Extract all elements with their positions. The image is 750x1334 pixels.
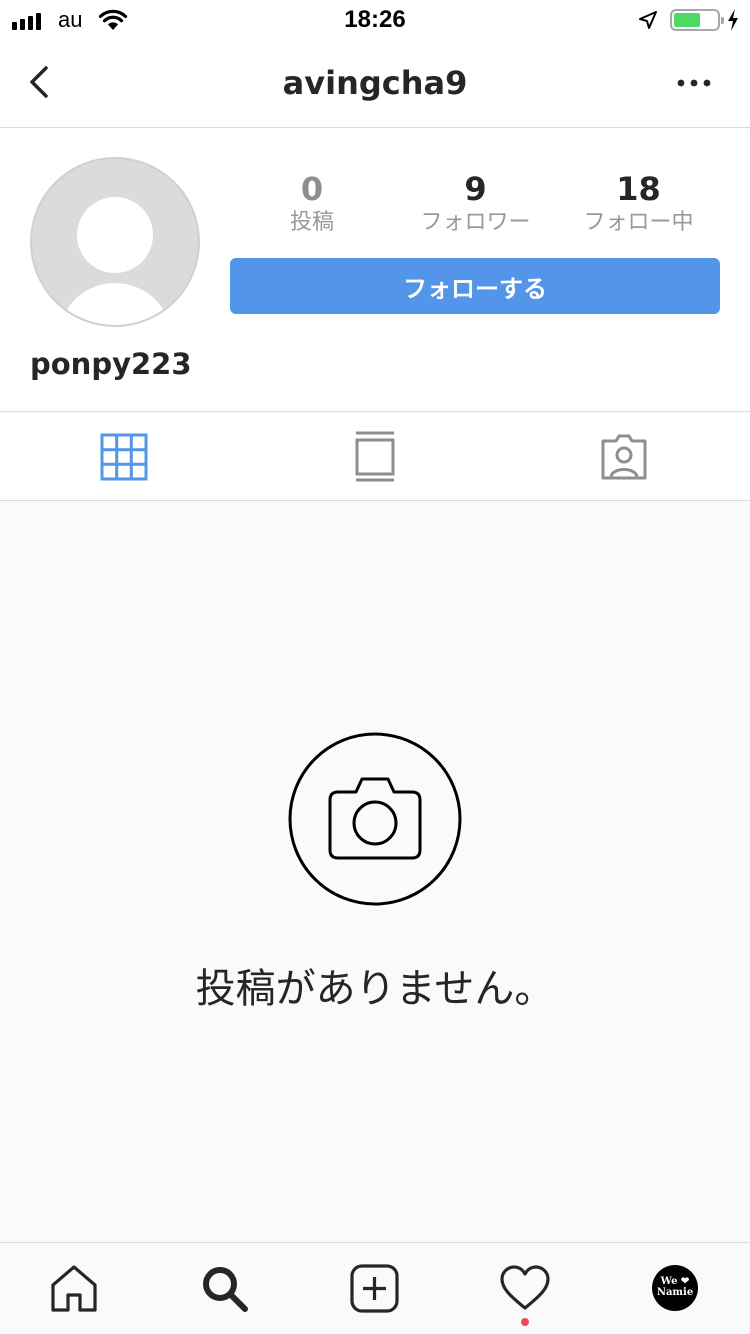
battery-icon — [670, 9, 724, 31]
status-bar: au 18:26 — [0, 0, 750, 40]
avatar-text-top: We ❤ — [660, 1276, 690, 1287]
stat-value: 18 — [616, 170, 661, 208]
stat-posts: 0 投稿 — [230, 169, 394, 237]
empty-message: 投稿がありません。 — [195, 966, 555, 1012]
feed-icon[interactable] — [349, 431, 401, 483]
avatar-text-bottom: Namie — [656, 1287, 694, 1298]
profile-tabs — [0, 413, 750, 501]
location-arrow-icon — [639, 11, 657, 29]
activity-heart-icon[interactable] — [499, 1263, 551, 1315]
page-title: avingcha9 — [282, 64, 468, 102]
more-horizontal-icon[interactable] — [670, 70, 718, 96]
profile-avatar[interactable]: We ❤ Namie — [652, 1265, 698, 1311]
stat-followers[interactable]: 9 フォロワー — [394, 169, 557, 237]
stat-following[interactable]: 18 フォロー中 — [557, 169, 720, 237]
stat-value: 9 — [464, 170, 487, 208]
avatar[interactable] — [30, 157, 200, 327]
search-icon[interactable] — [199, 1263, 251, 1315]
tagged-person-icon[interactable] — [598, 431, 650, 483]
stat-label: 投稿 — [289, 210, 334, 235]
profile-header: 0 投稿 9 フォロワー 18 フォロー中 フォローする ponpy223 — [0, 129, 750, 412]
stat-label: フォロー中 — [583, 210, 694, 235]
camera-icon — [288, 732, 462, 906]
profile-stats: 0 投稿 9 フォロワー 18 フォロー中 — [230, 169, 720, 237]
notification-dot — [521, 1318, 529, 1326]
home-icon[interactable] — [48, 1263, 100, 1315]
add-post-icon[interactable] — [349, 1263, 401, 1315]
follow-button[interactable]: フォローする — [230, 258, 720, 314]
battery-level — [674, 13, 700, 27]
stat-value: 0 — [300, 170, 324, 208]
empty-posts-state: 投稿がありません。 — [0, 502, 750, 1242]
navigation-bar: avingcha9 — [0, 40, 750, 128]
profile-username: ponpy223 — [30, 347, 192, 381]
stat-label: フォロワー — [420, 210, 531, 235]
charging-bolt-icon — [728, 9, 738, 31]
bottom-tab-bar: We ❤ Namie — [0, 1242, 750, 1334]
grid-icon[interactable] — [99, 431, 151, 483]
